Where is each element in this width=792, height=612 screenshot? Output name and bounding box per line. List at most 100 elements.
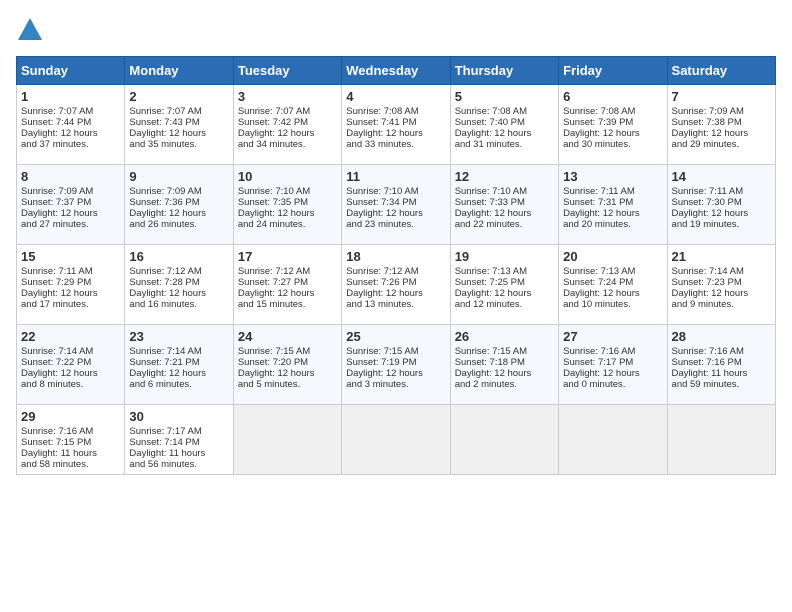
day-info: and 6 minutes. bbox=[129, 379, 228, 390]
day-info: and 19 minutes. bbox=[672, 219, 771, 230]
day-info: Daylight: 12 hours bbox=[455, 288, 554, 299]
day-info: and 10 minutes. bbox=[563, 299, 662, 310]
day-info: Sunrise: 7:14 AM bbox=[129, 346, 228, 357]
day-info: Daylight: 12 hours bbox=[21, 288, 120, 299]
day-number: 10 bbox=[238, 169, 337, 184]
header-monday: Monday bbox=[125, 57, 233, 85]
calendar-cell bbox=[233, 405, 341, 475]
day-number: 8 bbox=[21, 169, 120, 184]
calendar-cell bbox=[342, 405, 450, 475]
day-number: 3 bbox=[238, 89, 337, 104]
day-info: Sunrise: 7:09 AM bbox=[129, 186, 228, 197]
calendar-cell: 16Sunrise: 7:12 AMSunset: 7:28 PMDayligh… bbox=[125, 245, 233, 325]
day-info: Daylight: 12 hours bbox=[238, 208, 337, 219]
calendar-cell: 12Sunrise: 7:10 AMSunset: 7:33 PMDayligh… bbox=[450, 165, 558, 245]
day-info: Sunrise: 7:11 AM bbox=[563, 186, 662, 197]
day-info: Sunrise: 7:15 AM bbox=[238, 346, 337, 357]
calendar-cell: 14Sunrise: 7:11 AMSunset: 7:30 PMDayligh… bbox=[667, 165, 775, 245]
day-info: Sunset: 7:38 PM bbox=[672, 117, 771, 128]
day-info: Sunrise: 7:07 AM bbox=[129, 106, 228, 117]
day-number: 30 bbox=[129, 409, 228, 424]
day-info: Daylight: 12 hours bbox=[672, 128, 771, 139]
day-info: and 15 minutes. bbox=[238, 299, 337, 310]
header-friday: Friday bbox=[559, 57, 667, 85]
day-info: Daylight: 12 hours bbox=[346, 128, 445, 139]
day-info: Sunset: 7:43 PM bbox=[129, 117, 228, 128]
calendar-cell: 13Sunrise: 7:11 AMSunset: 7:31 PMDayligh… bbox=[559, 165, 667, 245]
day-info: Sunset: 7:44 PM bbox=[21, 117, 120, 128]
calendar-cell: 15Sunrise: 7:11 AMSunset: 7:29 PMDayligh… bbox=[17, 245, 125, 325]
day-number: 7 bbox=[672, 89, 771, 104]
day-number: 27 bbox=[563, 329, 662, 344]
day-info: Sunset: 7:14 PM bbox=[129, 437, 228, 448]
day-info: and 35 minutes. bbox=[129, 139, 228, 150]
day-info: Sunset: 7:31 PM bbox=[563, 197, 662, 208]
calendar-table: Sunday Monday Tuesday Wednesday Thursday… bbox=[16, 56, 776, 475]
day-info: and 37 minutes. bbox=[21, 139, 120, 150]
day-info: Sunrise: 7:08 AM bbox=[346, 106, 445, 117]
day-info: Sunset: 7:24 PM bbox=[563, 277, 662, 288]
day-info: and 24 minutes. bbox=[238, 219, 337, 230]
day-info: Sunrise: 7:09 AM bbox=[672, 106, 771, 117]
day-info: Sunrise: 7:12 AM bbox=[238, 266, 337, 277]
day-info: Sunrise: 7:12 AM bbox=[346, 266, 445, 277]
day-info: and 27 minutes. bbox=[21, 219, 120, 230]
day-info: and 20 minutes. bbox=[563, 219, 662, 230]
day-info: Sunrise: 7:17 AM bbox=[129, 426, 228, 437]
day-info: Daylight: 12 hours bbox=[346, 368, 445, 379]
day-info: Sunrise: 7:10 AM bbox=[346, 186, 445, 197]
day-info: Daylight: 12 hours bbox=[346, 288, 445, 299]
calendar-cell: 2Sunrise: 7:07 AMSunset: 7:43 PMDaylight… bbox=[125, 85, 233, 165]
day-number: 6 bbox=[563, 89, 662, 104]
day-number: 1 bbox=[21, 89, 120, 104]
day-info: Sunset: 7:27 PM bbox=[238, 277, 337, 288]
day-info: Sunset: 7:39 PM bbox=[563, 117, 662, 128]
calendar-cell: 18Sunrise: 7:12 AMSunset: 7:26 PMDayligh… bbox=[342, 245, 450, 325]
day-info: and 8 minutes. bbox=[21, 379, 120, 390]
day-info: Sunset: 7:19 PM bbox=[346, 357, 445, 368]
day-number: 21 bbox=[672, 249, 771, 264]
day-info: Sunrise: 7:15 AM bbox=[455, 346, 554, 357]
day-info: and 58 minutes. bbox=[21, 459, 120, 470]
day-info: Sunset: 7:33 PM bbox=[455, 197, 554, 208]
header-tuesday: Tuesday bbox=[233, 57, 341, 85]
day-info: Sunrise: 7:07 AM bbox=[21, 106, 120, 117]
day-info: and 12 minutes. bbox=[455, 299, 554, 310]
day-info: Sunset: 7:41 PM bbox=[346, 117, 445, 128]
day-info: Sunset: 7:30 PM bbox=[672, 197, 771, 208]
calendar-cell: 11Sunrise: 7:10 AMSunset: 7:34 PMDayligh… bbox=[342, 165, 450, 245]
day-number: 12 bbox=[455, 169, 554, 184]
day-info: Sunrise: 7:08 AM bbox=[563, 106, 662, 117]
calendar-cell bbox=[667, 405, 775, 475]
day-number: 17 bbox=[238, 249, 337, 264]
day-info: Daylight: 12 hours bbox=[21, 128, 120, 139]
day-info: and 0 minutes. bbox=[563, 379, 662, 390]
logo-icon bbox=[16, 16, 44, 44]
day-info: Sunset: 7:29 PM bbox=[21, 277, 120, 288]
day-number: 15 bbox=[21, 249, 120, 264]
day-info: Sunset: 7:42 PM bbox=[238, 117, 337, 128]
day-number: 14 bbox=[672, 169, 771, 184]
calendar-cell: 25Sunrise: 7:15 AMSunset: 7:19 PMDayligh… bbox=[342, 325, 450, 405]
calendar-cell: 23Sunrise: 7:14 AMSunset: 7:21 PMDayligh… bbox=[125, 325, 233, 405]
day-info: and 56 minutes. bbox=[129, 459, 228, 470]
day-info: Sunrise: 7:14 AM bbox=[21, 346, 120, 357]
day-info: Sunset: 7:28 PM bbox=[129, 277, 228, 288]
header-saturday: Saturday bbox=[667, 57, 775, 85]
day-number: 23 bbox=[129, 329, 228, 344]
calendar-cell: 29Sunrise: 7:16 AMSunset: 7:15 PMDayligh… bbox=[17, 405, 125, 475]
day-info: Sunset: 7:16 PM bbox=[672, 357, 771, 368]
day-info: Sunrise: 7:12 AM bbox=[129, 266, 228, 277]
calendar-cell: 7 Sunrise: 7:09 AMSunset: 7:38 PMDaylight… bbox=[667, 85, 775, 165]
logo bbox=[16, 16, 48, 44]
day-number: 5 bbox=[455, 89, 554, 104]
day-info: Daylight: 12 hours bbox=[455, 368, 554, 379]
day-info: Daylight: 12 hours bbox=[563, 128, 662, 139]
day-info: Daylight: 12 hours bbox=[672, 288, 771, 299]
calendar-cell: 8Sunrise: 7:09 AMSunset: 7:37 PMDaylight… bbox=[17, 165, 125, 245]
day-info: and 29 minutes. bbox=[672, 139, 771, 150]
day-number: 13 bbox=[563, 169, 662, 184]
calendar-cell: 20Sunrise: 7:13 AMSunset: 7:24 PMDayligh… bbox=[559, 245, 667, 325]
day-info: Daylight: 11 hours bbox=[129, 448, 228, 459]
day-number: 19 bbox=[455, 249, 554, 264]
